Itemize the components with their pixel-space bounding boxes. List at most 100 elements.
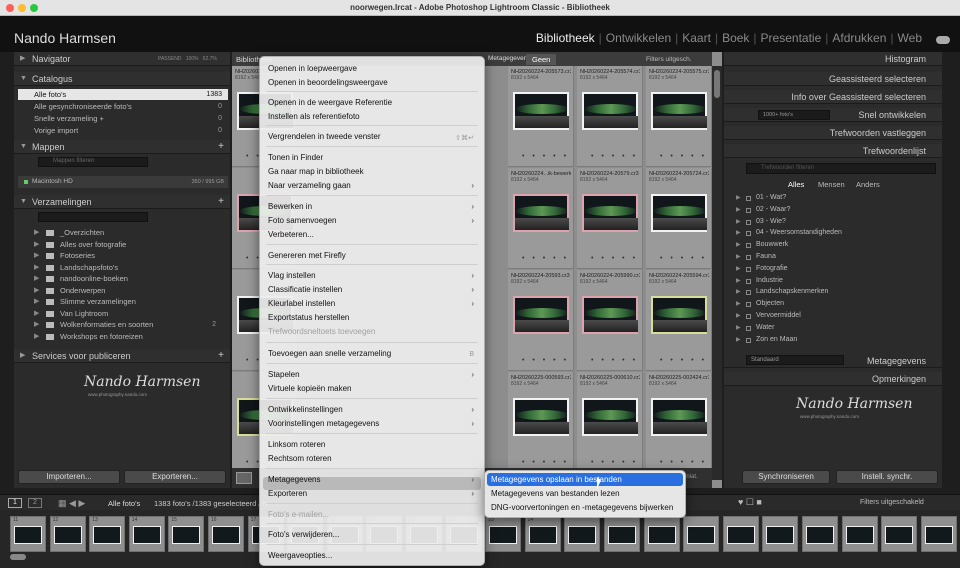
sync-settings-button[interactable]: Instell. synchr. xyxy=(836,470,938,484)
context-menu-item[interactable]: Voorinstellingen metagegevens xyxy=(268,419,379,428)
grid-cell[interactable]: NH20260224-205990.cr3 8192 x 5464 • • • • … xyxy=(577,270,643,371)
context-menu-item[interactable]: Openen in de weergave Referentie xyxy=(268,98,392,107)
filmstrip-thumbnail[interactable]: 12 xyxy=(49,516,86,552)
keyword-item[interactable]: Zon en Maan xyxy=(756,336,797,343)
grid-cell[interactable]: NH20260224-205573.cr3 8192 x 5464 • • • • … xyxy=(508,66,574,167)
quick-develop-header[interactable]: Snel ontwikkelen xyxy=(724,108,942,122)
collections-header[interactable]: ▼ Verzamelingen + xyxy=(14,195,230,209)
collection-set-icon[interactable]: ▶ xyxy=(34,251,39,259)
keyword-checkbox[interactable] xyxy=(746,302,751,308)
context-menu-item[interactable]: Openen in loepweergave xyxy=(268,64,357,73)
context-menu-item[interactable]: Foto samenvoegen xyxy=(268,216,337,225)
navigator-zoom-options[interactable]: PASSEND 100% 62.7% xyxy=(158,56,217,62)
rating-dots[interactable]: • • • • • xyxy=(591,459,638,466)
filmstrip-thumbnail[interactable]: 24 xyxy=(524,516,561,552)
filter-metadata[interactable]: Metagegevens xyxy=(488,55,531,62)
rating-dots[interactable]: • • • • • xyxy=(591,153,638,160)
keyword-checkbox[interactable] xyxy=(746,278,751,284)
collection-item[interactable]: Workshops en fotoreizen xyxy=(60,332,143,341)
module-library[interactable]: Bibliotheek xyxy=(536,31,595,45)
context-menu-item[interactable]: Virtuele kopieën maken xyxy=(268,384,351,393)
photo-thumbnail[interactable] xyxy=(582,194,638,232)
context-menu-item[interactable]: Toevoegen aan snelle verzameling xyxy=(268,349,391,358)
rating-dots[interactable]: • • • • • xyxy=(591,255,638,262)
keyword-list-header[interactable]: Trefwoordenlijst xyxy=(724,144,942,158)
catalog-header[interactable]: ▼ Catalogus xyxy=(14,72,230,86)
filmstrip-thumbnail[interactable]: 16 xyxy=(208,516,244,552)
collection-set-icon[interactable]: ▶ xyxy=(34,274,39,282)
photo-thumbnail[interactable] xyxy=(513,296,569,334)
update-dng-previews-item[interactable]: DNG-voorvertoningen en -metagegevens bij… xyxy=(491,503,673,512)
rating-dots[interactable]: • • • • • xyxy=(522,459,569,466)
context-menu-item[interactable]: Openen in beoordelingsweergave xyxy=(268,78,388,87)
assisted-select-info-header[interactable]: Info over Geassisteerd selecteren xyxy=(724,90,942,104)
context-menu-item[interactable]: Weergaveopties... xyxy=(268,551,332,560)
filmstrip-thumbnail[interactable] xyxy=(920,516,957,552)
context-menu-item[interactable]: Rechtsom roteren xyxy=(268,454,332,463)
filmstrip-thumbnail[interactable]: 15 xyxy=(168,516,205,552)
grid-cell[interactable]: NH20260224-20579.cr3 8192 x 5464 • • • • • xyxy=(577,168,643,269)
keyword-checkbox[interactable] xyxy=(746,290,751,296)
collection-item[interactable]: Wolkenformaties en soorten xyxy=(60,320,153,329)
module-print[interactable]: Afdrukken xyxy=(832,31,886,45)
keyword-item[interactable]: Objecten xyxy=(756,300,784,307)
collection-item[interactable]: nandoonline-boeken xyxy=(60,274,128,283)
filmstrip-thumbnail[interactable] xyxy=(881,516,918,552)
collection-set-icon[interactable]: ▶ xyxy=(34,297,39,305)
context-menu-item[interactable]: Genereren met Firefly xyxy=(268,251,346,260)
keyword-item[interactable]: 04 - Weersomstandigheden xyxy=(756,229,842,236)
grid-cell[interactable]: NH20260224-205574.cr3 8192 x 5464 • • • • … xyxy=(577,66,643,167)
collection-item[interactable]: Landschapsfoto's xyxy=(60,263,118,272)
plus-icon[interactable]: + xyxy=(218,349,224,363)
context-menu-item[interactable]: Linksom roteren xyxy=(268,440,325,449)
synchronize-button[interactable]: Synchroniseren xyxy=(742,470,830,484)
keyword-tab-other[interactable]: Anders xyxy=(856,180,880,189)
context-menu-item[interactable]: Vergrendelen in tweede venster xyxy=(268,132,381,141)
keyword-item[interactable]: 03 - Wie? xyxy=(756,218,786,225)
second-window-button[interactable]: 2 xyxy=(28,498,42,508)
keyword-checkbox[interactable] xyxy=(746,243,751,249)
rating-dots[interactable]: • • • • • xyxy=(660,357,707,364)
grid-cell[interactable]: NH20260224...ik-bewerkt.tif8192 x 5464• … xyxy=(508,168,574,269)
save-metadata-to-files-item[interactable]: Metagegevens opslaan in bestanden xyxy=(491,475,622,484)
filmstrip-thumbnail[interactable] xyxy=(841,516,878,552)
keyword-expand-icon[interactable]: ▶ xyxy=(736,218,741,225)
catalog-item[interactable]: Alle foto's xyxy=(34,90,66,99)
filter-preset[interactable]: Filters uitgesch. xyxy=(646,56,692,63)
collection-set-icon[interactable]: ▶ xyxy=(34,286,39,294)
grid-view-icon[interactable] xyxy=(236,472,252,484)
filmstrip-thumbnail[interactable] xyxy=(604,516,640,552)
plus-icon[interactable]: + xyxy=(218,140,224,154)
keyword-item[interactable]: Bouwwerk xyxy=(756,241,788,248)
keyword-checkbox[interactable] xyxy=(746,231,751,237)
grid-cell[interactable]: NH20260225-002424.cr3 8192 x 5464 • • • • … xyxy=(646,372,712,473)
keyword-expand-icon[interactable]: ▶ xyxy=(736,277,741,284)
context-menu-item[interactable]: Tonen in Finder xyxy=(268,153,323,162)
collection-search-input[interactable] xyxy=(38,212,148,222)
keyword-item[interactable]: Landschapskenmerken xyxy=(756,288,828,295)
rating-dots[interactable]: • • • • • xyxy=(660,459,707,466)
grid-cell[interactable]: NH20260224-205724.cr3 8192 x 5464 • • • • … xyxy=(646,168,712,269)
module-book[interactable]: Boek xyxy=(722,31,749,45)
keyword-checkbox[interactable] xyxy=(746,255,751,260)
plus-icon[interactable]: + xyxy=(218,195,224,209)
context-menu-item[interactable]: Naar verzameling gaan xyxy=(268,181,351,190)
keyword-checkbox[interactable] xyxy=(746,219,751,225)
context-menu-item[interactable]: Foto's e-mailen... xyxy=(268,510,329,519)
main-window-button[interactable]: 1 xyxy=(8,498,22,508)
photo-thumbnail[interactable] xyxy=(582,92,638,130)
assisted-select-header[interactable]: Geassisteerd selecteren xyxy=(724,72,942,86)
keyword-item[interactable]: Vervoermiddel xyxy=(756,312,801,319)
collection-set-icon[interactable]: ▶ xyxy=(34,320,39,328)
context-menu-item[interactable]: Classificatie instellen xyxy=(268,285,342,294)
photo-thumbnail[interactable] xyxy=(513,92,569,130)
keyword-item[interactable]: Industrie xyxy=(756,277,783,284)
keyword-expand-icon[interactable]: ▶ xyxy=(736,253,741,260)
collection-item[interactable]: Van Lightroom xyxy=(60,309,108,318)
module-web[interactable]: Web xyxy=(898,31,922,45)
context-menu-item[interactable]: Instellen als referentiefoto xyxy=(268,112,360,121)
flag-icons[interactable]: ♥ ☐ ■ xyxy=(738,497,762,508)
filmstrip-thumbnail[interactable] xyxy=(762,516,799,552)
rating-dots[interactable]: • • • • • xyxy=(522,255,569,262)
module-slideshow[interactable]: Presentatie xyxy=(761,31,822,45)
